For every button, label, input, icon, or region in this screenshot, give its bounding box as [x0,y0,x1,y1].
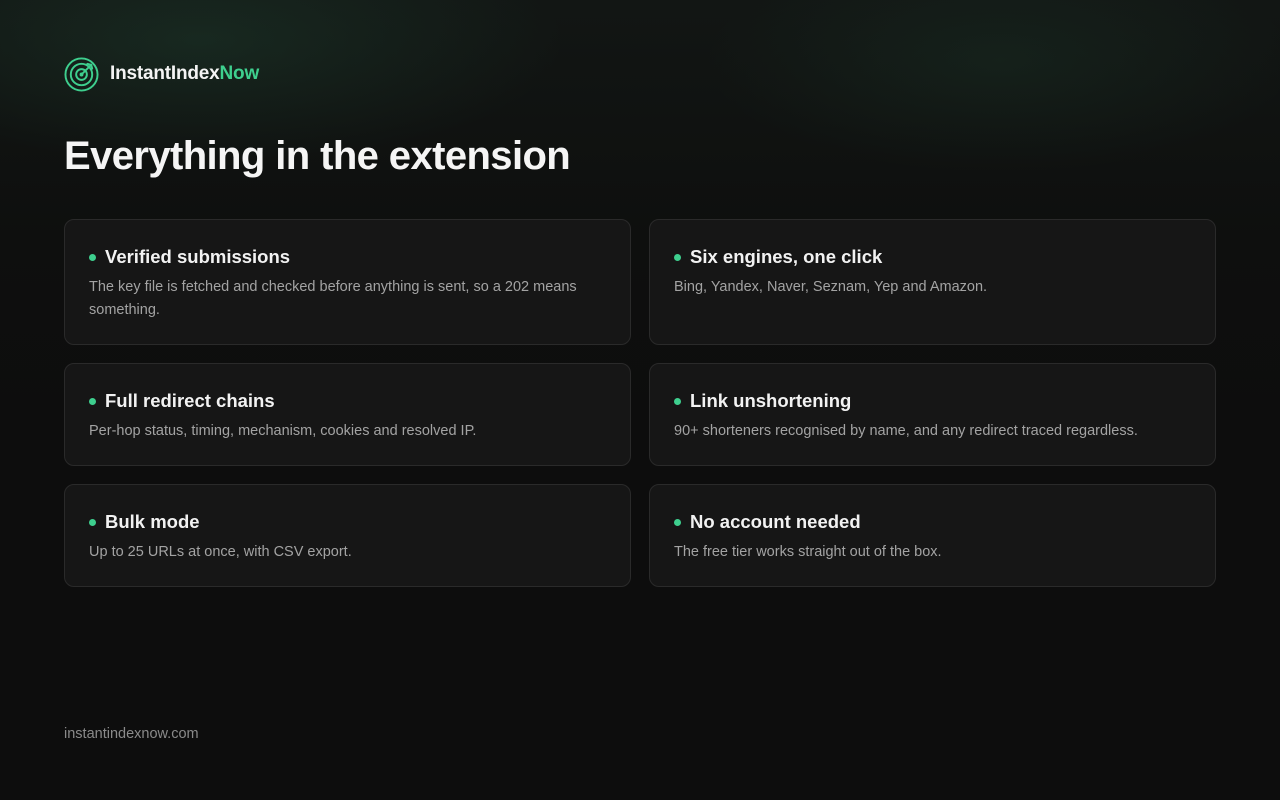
feature-title: Verified submissions [105,246,291,267]
feature-title-row: Link unshortening [674,388,1191,414]
feature-title-row: Six engines, one click [674,244,1191,270]
feature-title: Six engines, one click [690,246,883,267]
feature-title: Bulk mode [105,511,200,532]
feature-card: Link unshortening 90+ shorteners recogni… [649,363,1216,466]
feature-description: Per-hop status, timing, mechanism, cooki… [89,423,477,439]
feature-description: Bing, Yandex, Naver, Seznam, Yep and Ama… [674,279,988,295]
bullet-dot-icon [674,253,681,261]
feature-title-row: Bulk mode [89,509,606,535]
feature-card: No account needed The free tier works st… [649,484,1216,587]
feature-title-row: Verified submissions [89,244,606,270]
page: InstantIndexNow Everything in the extens… [64,0,1216,800]
feature-card: Verified submissions The key file is fet… [64,219,631,345]
feature-title: Full redirect chains [105,390,275,411]
bullet-dot-icon [89,253,96,261]
brand-name-main: InstantIndex [110,63,220,84]
bullet-dot-icon [89,518,96,526]
footer-domain: instantindexnow.com [64,726,199,742]
brand-name: InstantIndexNow [110,63,259,85]
feature-card: Six engines, one click Bing, Yandex, Nav… [649,219,1216,345]
feature-description: 90+ shorteners recognised by name, and a… [674,423,1138,439]
feature-grid: Verified submissions The key file is fet… [64,219,1216,587]
feature-title-row: No account needed [674,509,1191,535]
target-radar-icon [64,56,99,92]
feature-card: Bulk mode Up to 25 URLs at once, with CS… [64,484,631,587]
page-title: Everything in the extension [64,134,571,178]
feature-description: Up to 25 URLs at once, with CSV export. [89,544,352,560]
bullet-dot-icon [674,397,681,405]
feature-title: No account needed [690,511,861,532]
bullet-dot-icon [674,518,681,526]
feature-description: The key file is fetched and checked befo… [89,279,577,318]
bullet-dot-icon [89,397,96,405]
feature-title-row: Full redirect chains [89,388,606,414]
feature-description: The free tier works straight out of the … [674,544,942,560]
feature-card: Full redirect chains Per-hop status, tim… [64,363,631,466]
feature-title: Link unshortening [690,390,852,411]
brand-name-accent: Now [219,63,260,84]
brand: InstantIndexNow [64,56,259,92]
